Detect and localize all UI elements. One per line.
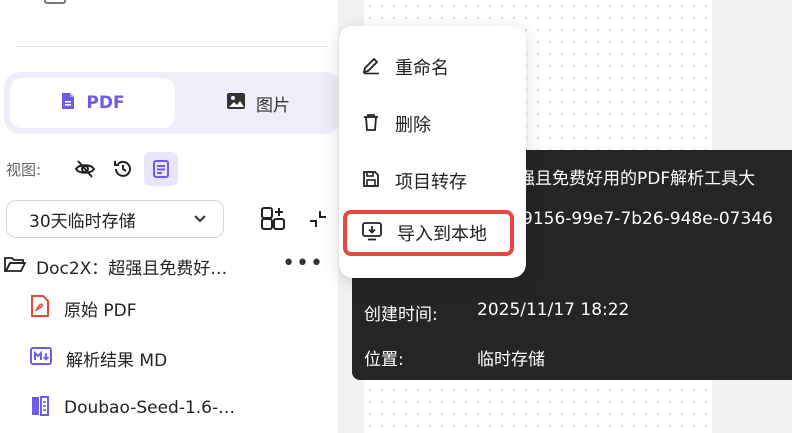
history-icon[interactable] xyxy=(106,152,140,186)
save-icon xyxy=(361,169,381,194)
folder-open-icon xyxy=(4,255,27,278)
storage-select[interactable]: 30天临时存储 xyxy=(6,200,224,238)
menu-item-label: 重命名 xyxy=(395,58,449,79)
list-view-icon[interactable] xyxy=(144,152,178,186)
tab-images[interactable]: 图片 xyxy=(179,78,337,128)
file-type-tabs: PDF 图片 xyxy=(4,72,341,134)
tree-item-label: 解析结果 MD xyxy=(66,350,168,371)
view-mode-row: 视图: xyxy=(6,152,182,186)
pencil-icon xyxy=(361,55,381,80)
trash-icon xyxy=(361,112,381,137)
tab-pdf-label: PDF xyxy=(86,93,125,113)
sidebar: PDF 图片 视图: 30天临时存储 Doc2X：超强且免费好… ••• 原始 … xyxy=(0,0,341,433)
divider xyxy=(16,46,328,47)
menu-item-import-local[interactable]: 导入到本地 xyxy=(343,210,514,256)
folder-name: Doc2X：超强且免费好… xyxy=(36,258,228,279)
menu-item-rename[interactable]: 重命名 xyxy=(351,44,511,90)
tree-item-label: Doubao-Seed-1.6-… xyxy=(64,398,236,418)
view-label: 视图: xyxy=(6,160,42,179)
pdf-doc-icon xyxy=(60,92,76,115)
tree-item-original-pdf[interactable]: 原始 PDF xyxy=(30,292,137,324)
tree-item-label: 原始 PDF xyxy=(64,300,137,321)
tooltip-created-label: 创建时间: xyxy=(364,305,438,325)
tooltip-id: 9156-99e7-7b26-948e-07346 xyxy=(522,209,773,229)
storage-select-value: 30天临时存储 xyxy=(29,211,136,232)
pdf-file-icon xyxy=(30,294,50,322)
more-options-icon[interactable]: ••• xyxy=(282,250,324,282)
menu-item-label: 项目转存 xyxy=(395,172,467,193)
top-stub-icon xyxy=(44,0,66,4)
context-menu: 重命名 删除 项目转存 导入到本地 xyxy=(339,26,526,278)
tooltip-created-value: 2025/11/17 18:22 xyxy=(477,300,630,320)
translate-book-icon xyxy=(30,395,50,422)
tree-folder-doc2x[interactable]: Doc2X：超强且免费好… ••• xyxy=(4,250,334,282)
tree-item-parse-md[interactable]: 解析结果 MD xyxy=(30,342,167,374)
markdown-file-icon xyxy=(30,346,52,371)
tooltip-location-label: 位置: xyxy=(364,350,404,370)
tree-item-doubao[interactable]: Doubao-Seed-1.6-… xyxy=(30,392,235,424)
tooltip-location-value: 临时存储 xyxy=(477,350,545,370)
menu-item-label: 删除 xyxy=(395,115,431,136)
tab-pdf[interactable]: PDF xyxy=(10,78,175,128)
app-root: PDF 图片 视图: 30天临时存储 Doc2X：超强且免费好… ••• 原始 … xyxy=(0,0,792,433)
menu-item-save-project[interactable]: 项目转存 xyxy=(351,158,511,204)
menu-item-delete[interactable]: 删除 xyxy=(351,101,511,147)
eye-off-icon[interactable] xyxy=(68,152,102,186)
tab-images-label: 图片 xyxy=(256,95,290,116)
collapse-icon[interactable] xyxy=(303,204,333,234)
image-icon xyxy=(226,92,246,115)
grid-layout-icon[interactable] xyxy=(258,204,288,234)
chevron-down-icon xyxy=(193,209,207,229)
download-icon xyxy=(361,221,383,246)
tooltip-title: 强且免费好用的PDF解析工具大 xyxy=(518,169,756,189)
menu-item-label: 导入到本地 xyxy=(397,224,487,245)
